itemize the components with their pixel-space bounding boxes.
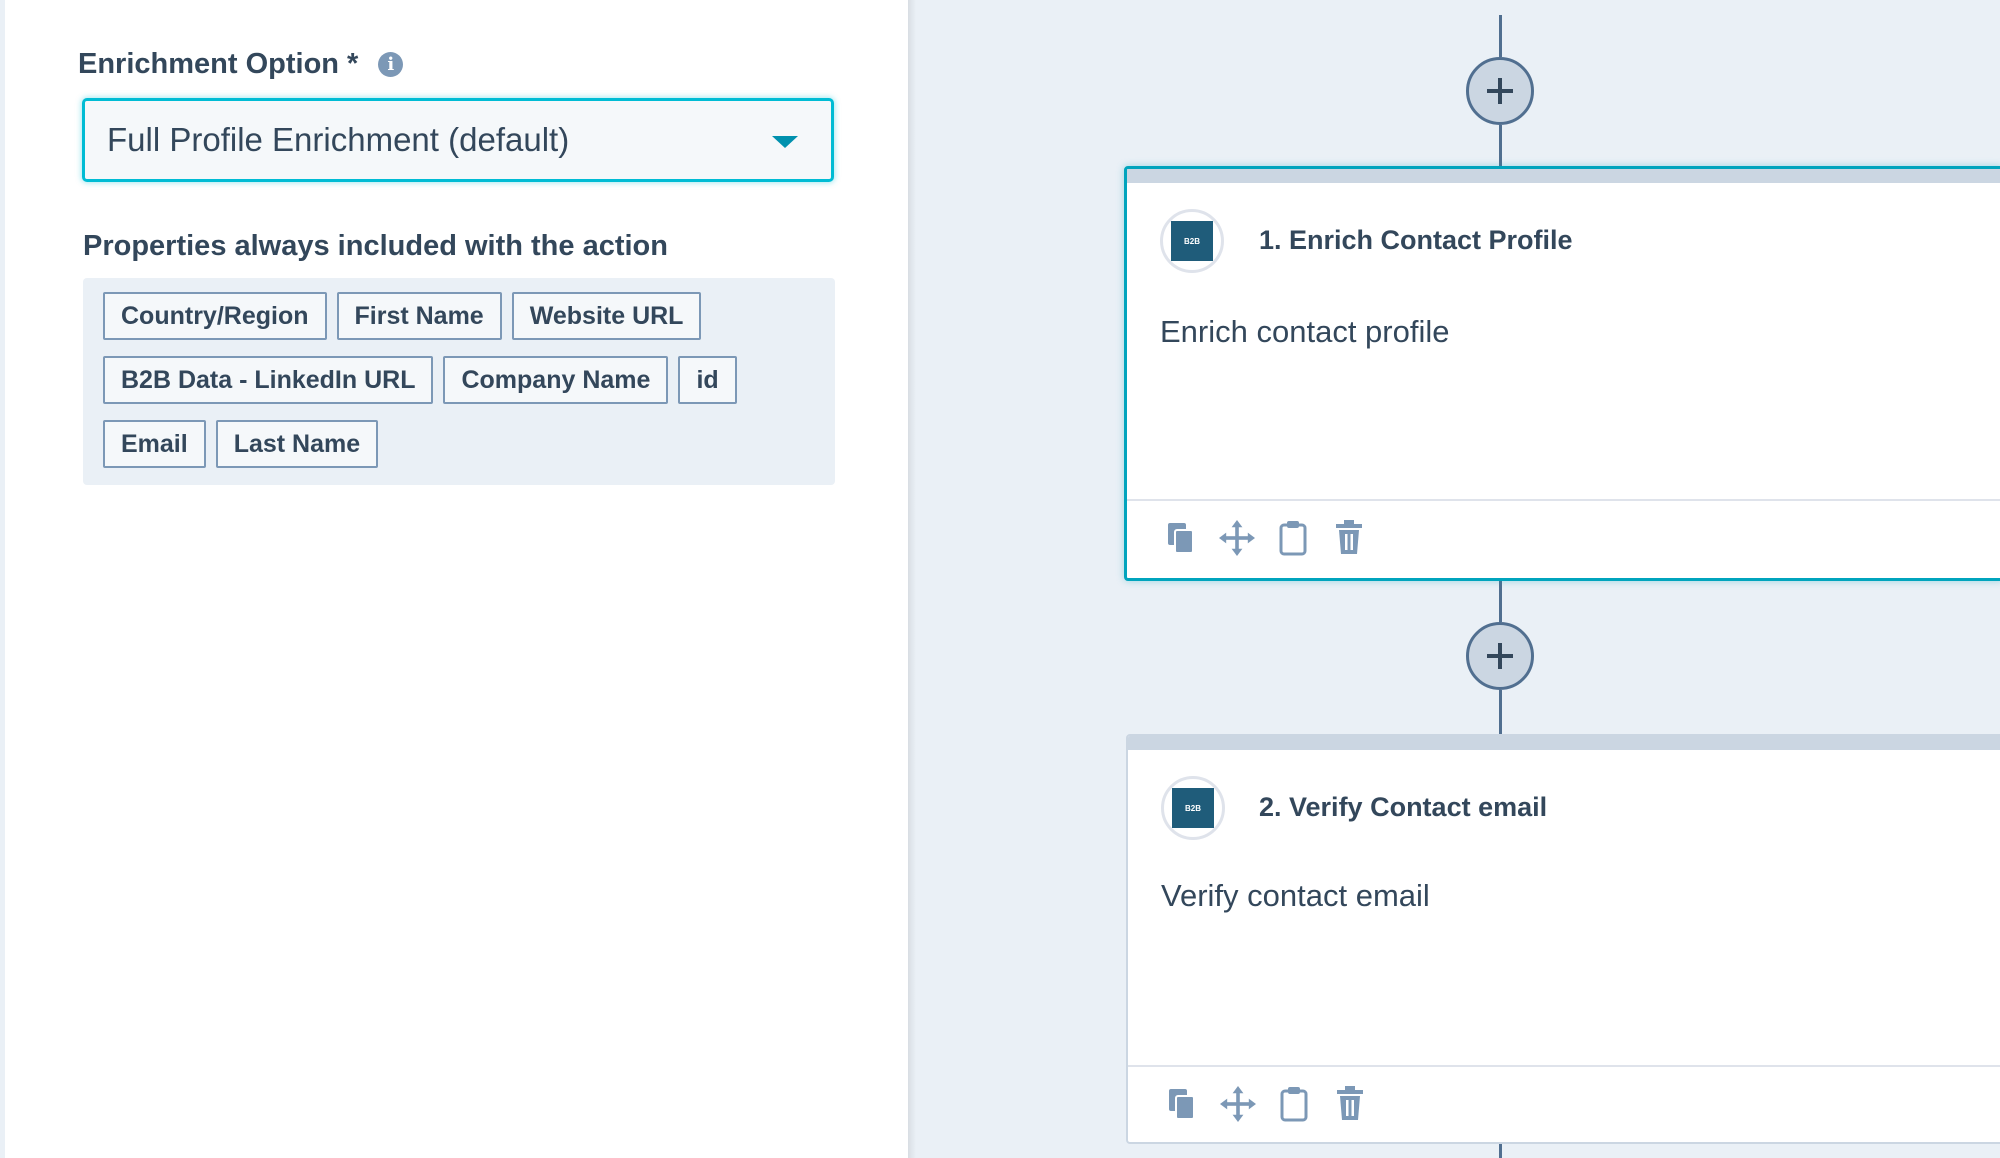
copy-icon[interactable]	[1164, 1084, 1200, 1124]
property-tag: Website URL	[511, 292, 702, 340]
clipboard-icon[interactable]	[1275, 518, 1311, 558]
trash-icon[interactable]	[1331, 518, 1367, 558]
connector-line	[1499, 15, 1502, 57]
card-actions	[1163, 518, 1387, 558]
enrichment-option-label: Enrichment Option * i	[78, 48, 404, 81]
add-action-button[interactable]	[1466, 57, 1534, 125]
connector-line	[1499, 125, 1502, 167]
caret-down-icon	[772, 136, 798, 148]
property-tag: Company Name	[443, 356, 669, 404]
workflow-action-card[interactable]: B2B 1. Enrich Contact Profile Enrich con…	[1124, 166, 2000, 581]
info-icon[interactable]: i	[378, 52, 404, 77]
clipboard-icon[interactable]	[1276, 1084, 1312, 1124]
card-top-bar	[1127, 169, 2000, 183]
tag-row: Email Last Name	[103, 420, 815, 468]
copy-icon[interactable]	[1163, 518, 1199, 558]
b2b-logo-icon: B2B	[1172, 788, 1214, 828]
action-settings-panel: Enrichment Option * i Full Profile Enric…	[0, 0, 908, 1158]
workflow-canvas[interactable]: B2B 1. Enrich Contact Profile Enrich con…	[908, 0, 2000, 1158]
tag-row: Country/Region First Name Website URL	[103, 292, 815, 340]
card-divider	[1127, 499, 2000, 501]
tag-row: B2B Data - LinkedIn URL Company Name id	[103, 356, 815, 404]
property-tag: B2B Data - LinkedIn URL	[103, 356, 434, 404]
card-description: Verify contact email	[1161, 878, 1430, 913]
card-description: Enrich contact profile	[1160, 314, 1450, 349]
move-icon[interactable]	[1219, 518, 1255, 558]
card-divider	[1128, 1065, 2000, 1067]
panel-divider-shadow	[908, 0, 916, 1158]
property-tag: Country/Region	[103, 292, 327, 340]
connector-line	[1499, 1143, 1502, 1158]
trash-icon[interactable]	[1332, 1084, 1368, 1124]
enrichment-option-select[interactable]: Full Profile Enrichment (default)	[82, 98, 834, 182]
plus-icon	[1487, 643, 1513, 669]
property-tag: id	[678, 356, 737, 404]
property-tag: Last Name	[215, 420, 379, 468]
plus-icon	[1487, 78, 1513, 104]
app-logo: B2B	[1161, 776, 1225, 840]
enrichment-option-value: Full Profile Enrichment (default)	[107, 121, 570, 158]
card-title: 2. Verify Contact email	[1259, 792, 1548, 822]
move-icon[interactable]	[1220, 1084, 1256, 1124]
card-actions	[1164, 1084, 1388, 1124]
enrichment-option-label-text: Enrichment Option *	[78, 48, 359, 80]
property-tag: Email	[103, 420, 206, 468]
b2b-logo-icon: B2B	[1171, 221, 1213, 261]
connector-line	[1499, 690, 1502, 735]
add-action-button[interactable]	[1466, 622, 1534, 690]
properties-label: Properties always included with the acti…	[83, 230, 668, 262]
connector-line	[1499, 580, 1502, 622]
workflow-action-card[interactable]: B2B 2. Verify Contact email Verify conta…	[1126, 734, 2000, 1144]
properties-tag-list: Country/Region First Name Website URL B2…	[83, 278, 835, 485]
app-logo: B2B	[1160, 209, 1224, 273]
card-top-bar	[1128, 736, 2000, 750]
property-tag: First Name	[336, 292, 502, 340]
card-title: 1. Enrich Contact Profile	[1259, 225, 1573, 255]
